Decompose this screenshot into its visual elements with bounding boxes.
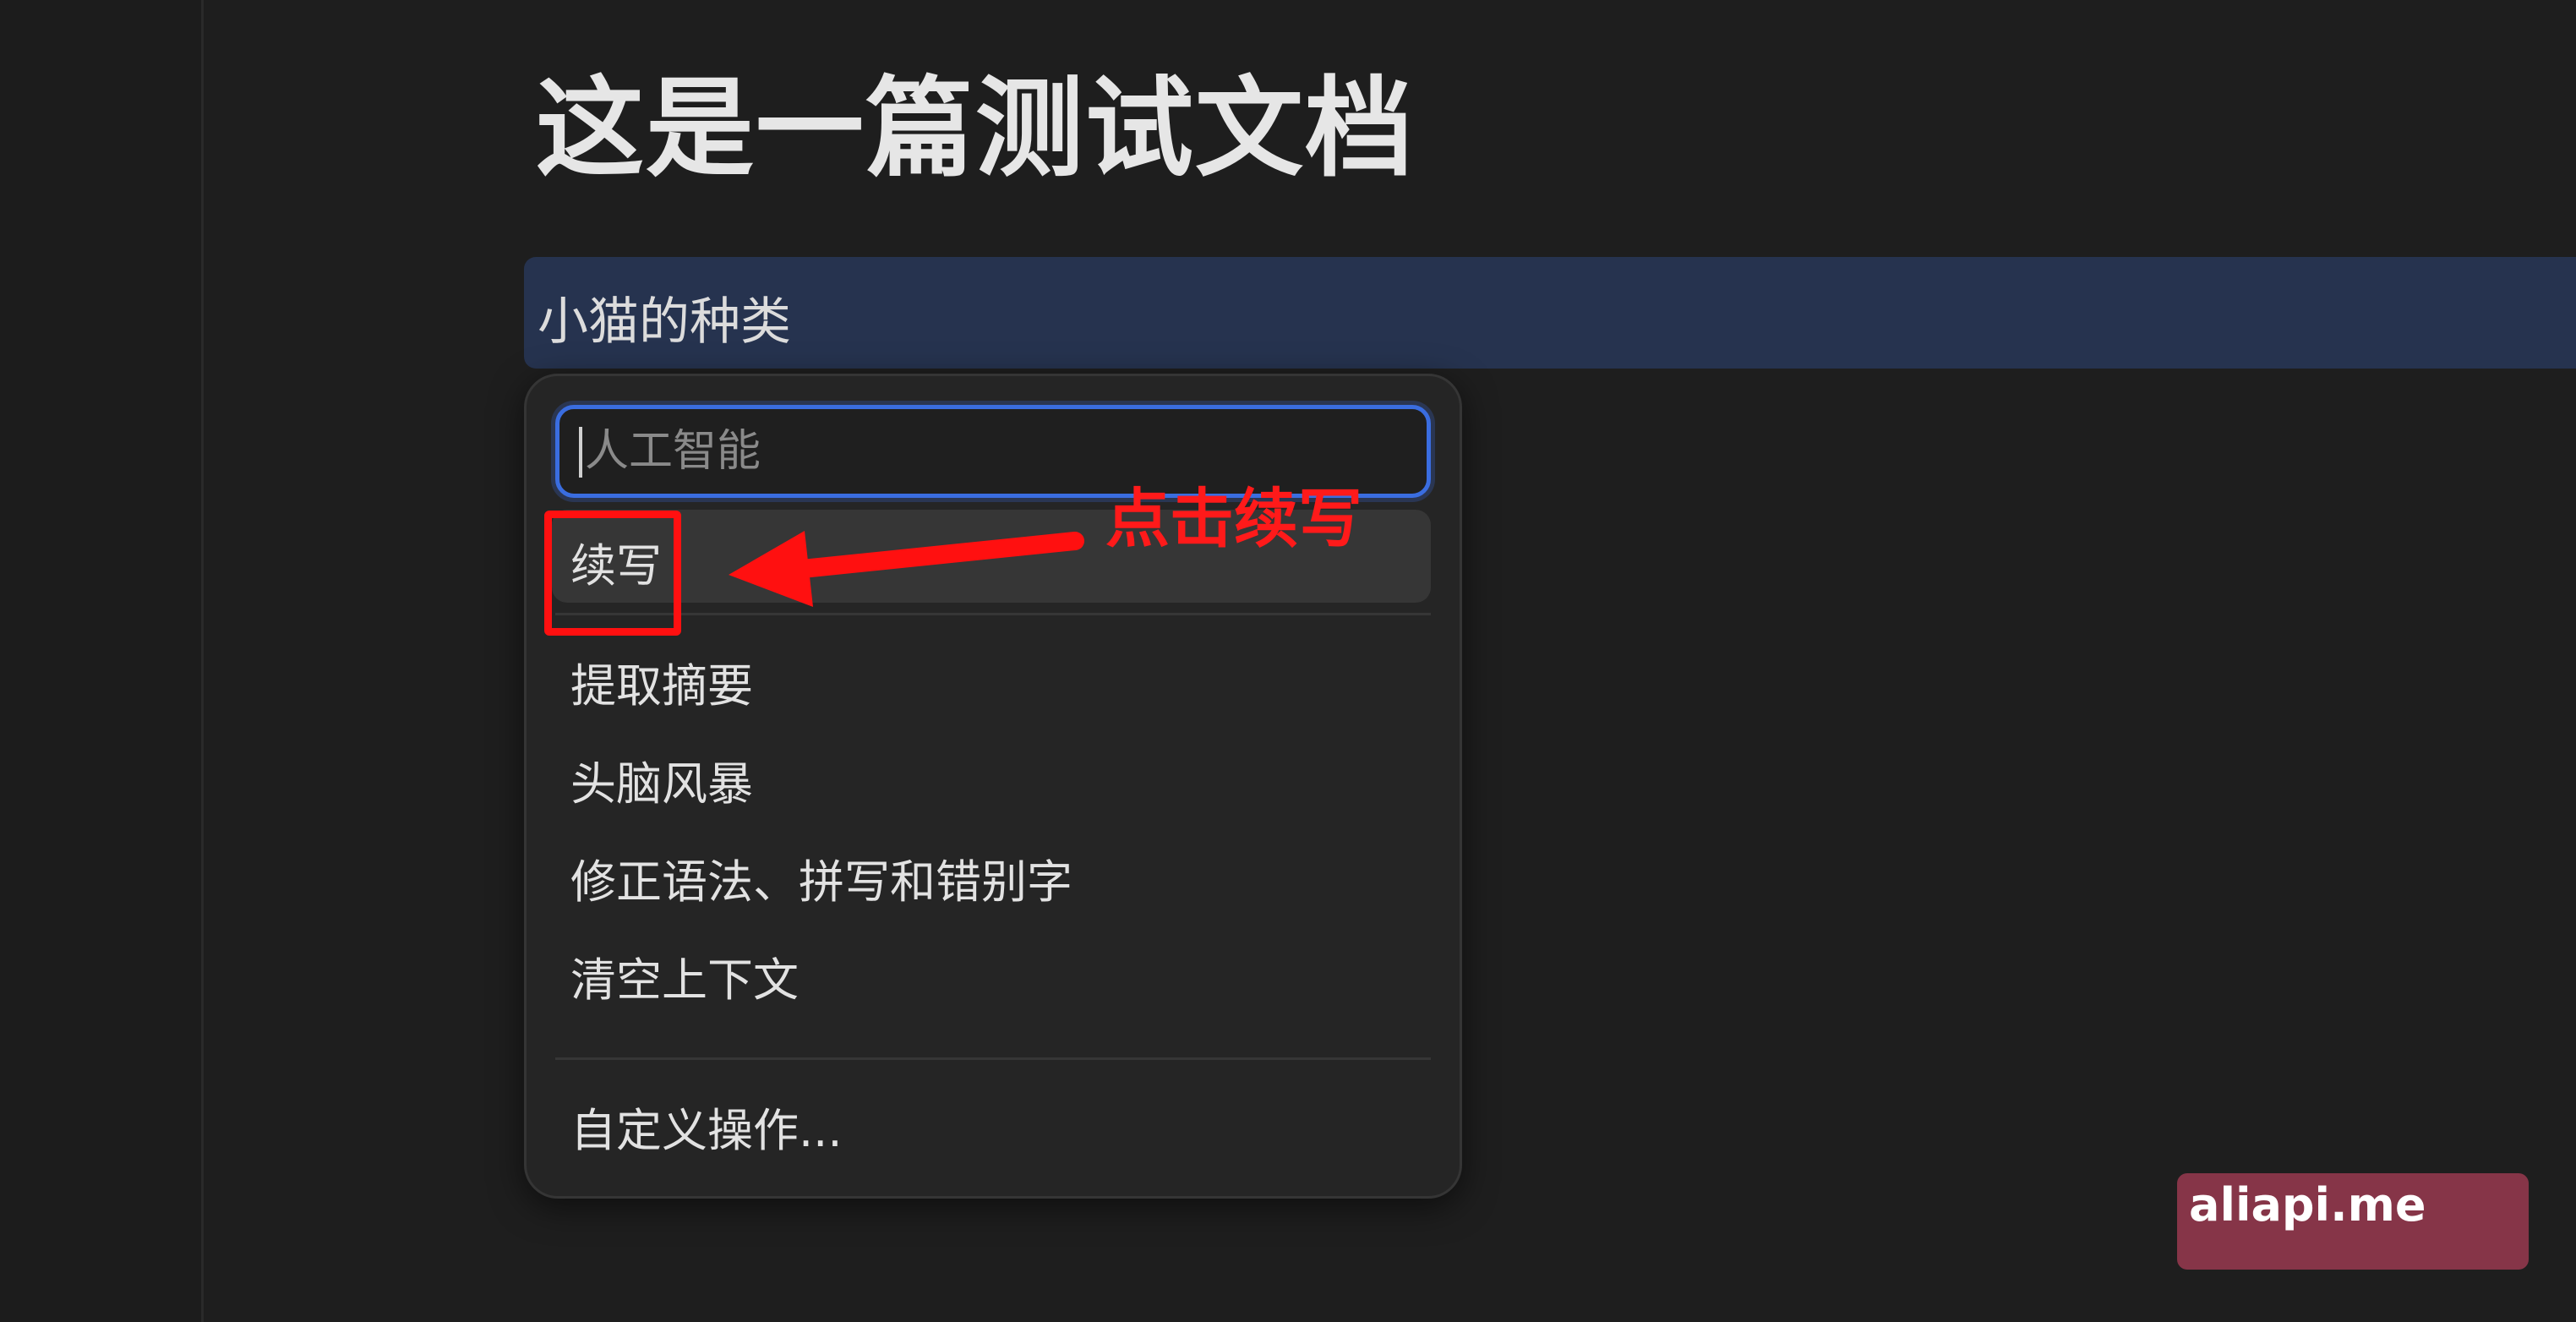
annotation-highlight-box — [544, 511, 681, 636]
selected-block-text: 小猫的种类 — [538, 292, 791, 352]
menu-item-label: 修正语法、拼写和错别字 — [570, 855, 1072, 909]
menu-item-label: 提取摘要 — [570, 659, 753, 713]
menu-item-custom-action[interactable]: 自定义操作... — [552, 1074, 1431, 1167]
watermark: aliapi.me — [2177, 1173, 2529, 1270]
watermark-text: aliapi.me — [2189, 1178, 2426, 1232]
document-title[interactable]: 这是一篇测试文档 — [536, 41, 1415, 197]
sidebar — [0, 0, 204, 1322]
menu-item-label: 头脑风暴 — [570, 757, 753, 811]
menu-item-clear-context[interactable]: 清空上下文 — [552, 924, 1431, 1017]
menu-item-label: 自定义操作... — [570, 1104, 843, 1157]
menu-item-brainstorm[interactable]: 头脑风暴 — [552, 728, 1431, 821]
annotation-label: 点击续写 — [1105, 481, 1362, 556]
text-caret — [579, 427, 582, 478]
selected-text-block[interactable]: 小猫的种类 — [524, 257, 2576, 369]
menu-divider — [555, 613, 1431, 615]
editor-window: 这是一篇测试文档 小猫的种类 续写 提取摘要 头脑风暴 修正语法、拼写和错别字 … — [0, 0, 2576, 1322]
menu-item-summarize[interactable]: 提取摘要 — [552, 630, 1431, 723]
menu-item-fix-grammar[interactable]: 修正语法、拼写和错别字 — [552, 826, 1431, 919]
menu-divider — [555, 1057, 1431, 1060]
menu-item-label: 清空上下文 — [570, 953, 799, 1007]
